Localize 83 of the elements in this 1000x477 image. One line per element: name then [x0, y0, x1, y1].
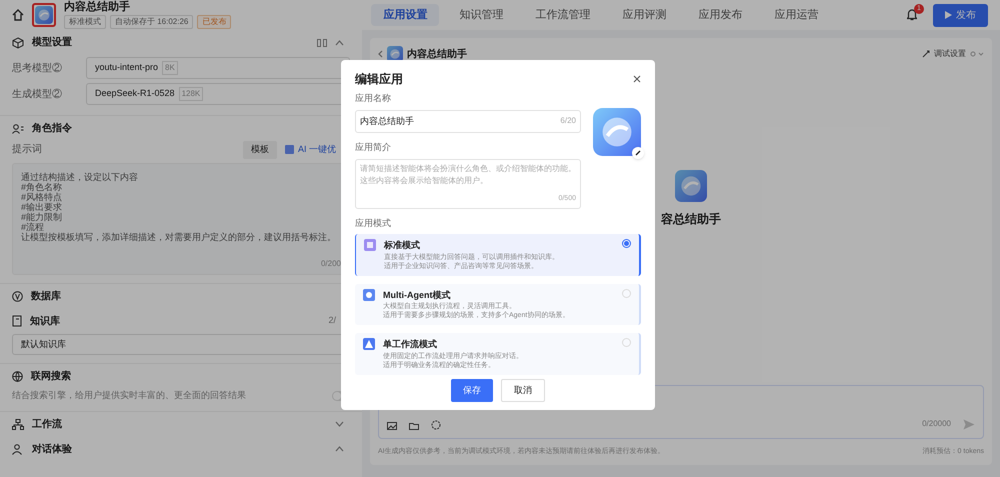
model-select[interactable]: youtu-intent-pro 8K [86, 57, 350, 79]
context-badge: 128K [178, 87, 204, 101]
nav-tab[interactable]: 应用发布 [686, 4, 754, 26]
section-title: 知识库 [30, 314, 60, 328]
prompt-line: 让模型按模板填写，添加详细描述，对需要用户定义的部分，建议用括号标注。 [21, 232, 337, 242]
preview-title: 内容总结助手 [407, 47, 467, 62]
app-avatar[interactable] [32, 3, 56, 27]
collapse-icon [335, 40, 344, 46]
app-logo-icon [35, 6, 53, 24]
ai-icon [284, 145, 294, 154]
knowledge-count: 2/ [328, 314, 336, 328]
prompt-line: #输出要求 [21, 202, 64, 212]
mode-title: Multi-Agent模式 [383, 288, 452, 302]
prompt-line: #能力限制 [21, 212, 64, 222]
app-name: 容总结助手 [661, 211, 721, 228]
section-title: 数据库 [31, 289, 61, 304]
cube-icon [12, 36, 24, 48]
more-icon [970, 51, 984, 57]
field-label: 应用模式 [355, 216, 392, 230]
book-icon [12, 315, 22, 327]
radio-button[interactable] [622, 239, 631, 248]
app-logo-icon [593, 108, 641, 156]
status-tag: 自动保存于 16:02:26 [110, 15, 194, 30]
nav-tab[interactable]: 应用设置 [371, 4, 440, 26]
edit-avatar-button[interactable] [632, 147, 644, 159]
link-icon [922, 50, 930, 58]
field-label: 应用简介 [355, 141, 392, 154]
person-icon [12, 124, 24, 134]
optimize-button[interactable]: AI 一键优 [284, 143, 336, 156]
field-label: 提示词 [12, 143, 42, 158]
nav-tab[interactable]: 应用评测 [610, 4, 678, 26]
name-input[interactable]: 内容总结助手 6/20 [355, 110, 581, 133]
close-icon [633, 75, 641, 83]
image-icon [387, 422, 397, 430]
database-icon [12, 290, 23, 302]
workflow-icon [12, 418, 24, 430]
bell-icon [907, 9, 917, 21]
save-button[interactable]: 保存 [451, 378, 493, 402]
close-button[interactable] [633, 75, 641, 83]
status-tag: 已发布 [197, 15, 232, 30]
prompt-line: #流程 [21, 222, 46, 232]
prompt-line: #角色名称 [21, 182, 62, 192]
back-icon [378, 50, 383, 58]
notification-button[interactable] [907, 9, 917, 21]
prompt-line: #风格特点 [21, 192, 64, 202]
globe-icon [12, 371, 23, 382]
publish-button[interactable]: 发布 [933, 4, 988, 26]
cancel-button[interactable]: 取消 [501, 378, 545, 402]
section-title: 角色指令 [32, 122, 72, 136]
field-label: 应用名称 [355, 92, 392, 105]
document-icon [364, 239, 376, 251]
triangle-icon [363, 338, 375, 350]
field-label: 生成模型② [12, 88, 63, 102]
pencil-icon [635, 150, 641, 156]
section-title: 模型设置 [32, 36, 72, 50]
columns-icon [317, 38, 327, 46]
mode-title: 单工作流模式 [383, 338, 438, 351]
folder-icon [409, 422, 419, 430]
nav-tab[interactable]: 工作流管理 [523, 4, 602, 26]
section-description: 结合搜索引擎，给用户提供实时丰富的、更全面的回答结果 [12, 389, 246, 402]
mode-title: 标准模式 [384, 239, 421, 252]
nav-tab[interactable]: 应用运营 [762, 4, 830, 26]
home-icon [12, 9, 24, 21]
context-badge: 8K [162, 61, 178, 75]
status-tag: 标准模式 [64, 15, 106, 30]
play-icon [945, 11, 952, 19]
person-icon [12, 444, 24, 454]
nav-tab[interactable]: 知识管理 [447, 4, 516, 26]
compass-icon [363, 288, 375, 300]
char-counter: 0/200 [320, 258, 341, 270]
app-title: 内容总结助手 [64, 0, 131, 14]
template-button[interactable]: 模板 [242, 141, 277, 158]
char-counter: 0/20000 [922, 418, 951, 430]
send-icon [963, 418, 975, 430]
field-label: 思考模型② [12, 62, 63, 76]
prompt-line: 通过结构描述，设定以下内容 [21, 172, 139, 182]
debug-settings-button[interactable]: 调试设置 [922, 48, 966, 60]
app-logo-icon [675, 170, 707, 202]
section-title: 对话体验 [32, 442, 72, 456]
section-title: 工作流 [32, 417, 62, 432]
dialog-title: 编辑应用 [355, 71, 403, 88]
char-counter: 6/20 [560, 115, 576, 128]
section-title: 联网搜索 [31, 370, 71, 384]
